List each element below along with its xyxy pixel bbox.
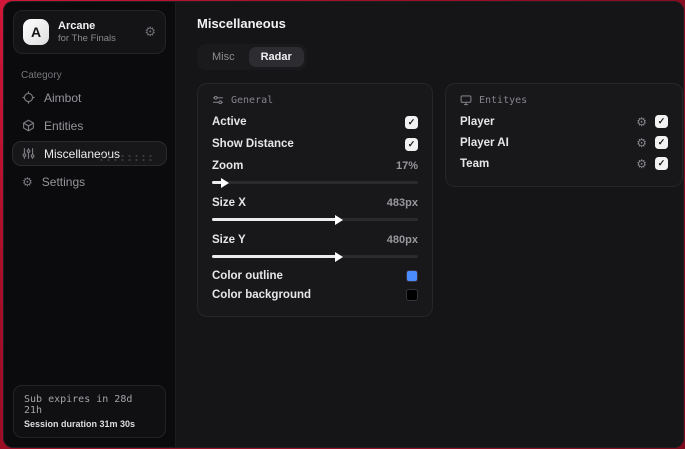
panel-row: General Active ✓ Show Distance ✓ Zoom 17… — [197, 83, 683, 317]
gear-icon[interactable]: ⚙ — [636, 158, 647, 170]
gear-icon[interactable]: ⚙ — [144, 24, 156, 40]
main-content: Miscellaneous Misc Radar General Active … — [176, 2, 683, 447]
entities-panel: Entityes Player ⚙ ✓ Player AI ⚙ ✓ Team ⚙… — [445, 83, 683, 187]
toggle-row-show-distance: Show Distance ✓ — [212, 133, 418, 155]
app-logo: A — [23, 19, 49, 45]
zoom-slider[interactable] — [212, 177, 418, 188]
sidebar-item-label: Aimbot — [44, 90, 82, 105]
sidebar-item-entities[interactable]: Entities — [12, 113, 167, 138]
color-row-outline: Color outline — [212, 266, 418, 285]
sidebar-item-settings[interactable]: ⚙ Settings — [12, 169, 167, 194]
size-x-slider-fill — [212, 214, 343, 225]
entity-row-player: Player ⚙ ✓ — [460, 111, 668, 132]
size-y-slider[interactable] — [212, 251, 418, 262]
page-title: Miscellaneous — [197, 16, 286, 31]
tab-bar: Misc Radar — [197, 44, 307, 70]
sidebar-item-label: Entities — [44, 118, 84, 133]
entity-row-team: Team ⚙ ✓ — [460, 153, 668, 174]
subscription-expiry: Sub expires in 28d 21h — [24, 394, 133, 416]
app-subtitle: for The Finals — [58, 33, 116, 44]
monitor-icon — [460, 94, 472, 106]
gear-icon[interactable]: ⚙ — [636, 137, 647, 149]
zoom-value: 17% — [395, 160, 418, 172]
general-panel-title: General — [231, 94, 274, 106]
session-duration: Session duration 31m 30s — [24, 419, 136, 429]
sidebar: A Arcane for The Finals ⚙ Category Aimbo… — [4, 2, 176, 447]
sidebar-nav: Aimbot Entities Miscellaneous ⚙ Settings — [4, 85, 175, 194]
entities-panel-header: Entityes — [460, 94, 668, 106]
check-icon: ✓ — [657, 158, 666, 168]
category-label: Category — [21, 70, 62, 81]
size-y-slider-fill — [212, 251, 343, 262]
gear-icon[interactable]: ⚙ — [636, 116, 647, 128]
show-distance-checkbox[interactable]: ✓ — [405, 137, 418, 151]
check-icon: ✓ — [407, 116, 416, 127]
sidebar-item-label: Miscellaneous — [44, 146, 121, 161]
slider-row-size-y: Size Y 480px — [212, 234, 418, 246]
active-checkbox[interactable]: ✓ — [405, 115, 418, 129]
check-icon: ✓ — [657, 116, 666, 126]
size-x-slider[interactable] — [212, 214, 418, 225]
app-title-block: Arcane for The Finals — [58, 20, 116, 44]
color-row-background: Color background — [212, 285, 418, 304]
check-icon: ✓ — [407, 138, 416, 149]
gear-icon: ⚙ — [22, 174, 33, 189]
size-y-value: 480px — [386, 234, 418, 246]
player-checkbox[interactable]: ✓ — [655, 115, 668, 128]
cube-icon — [22, 119, 35, 132]
sidebar-item-miscellaneous[interactable]: Miscellaneous — [12, 141, 167, 166]
app-logo-card: A Arcane for The Finals ⚙ — [13, 10, 166, 54]
crosshair-icon — [22, 91, 35, 104]
slider-row-size-x: Size X 483px — [212, 197, 418, 209]
entities-panel-title: Entityes — [479, 94, 528, 106]
tab-misc[interactable]: Misc — [200, 47, 247, 67]
slider-row-zoom: Zoom 17% — [212, 160, 418, 172]
sliders-icon — [212, 94, 224, 106]
general-panel: General Active ✓ Show Distance ✓ Zoom 17… — [197, 83, 433, 317]
sidebar-item-label: Settings — [41, 174, 86, 189]
general-panel-header: General — [212, 94, 418, 106]
player-ai-checkbox[interactable]: ✓ — [655, 136, 668, 149]
sidebar-item-aimbot[interactable]: Aimbot — [12, 85, 167, 110]
toggle-row-active: Active ✓ — [212, 111, 418, 133]
subscription-card: Sub expires in 28d 21h Session duration … — [13, 385, 166, 438]
background-color-swatch[interactable] — [406, 288, 418, 301]
zoom-slider-fill — [212, 177, 230, 188]
team-checkbox[interactable]: ✓ — [655, 157, 668, 170]
app-name: Arcane — [58, 20, 96, 32]
size-x-value: 483px — [386, 197, 418, 209]
sliders-icon — [22, 147, 35, 160]
entity-row-player-ai: Player AI ⚙ ✓ — [460, 132, 668, 153]
app-window: A Arcane for The Finals ⚙ Category Aimbo… — [3, 1, 684, 448]
check-icon: ✓ — [657, 137, 666, 147]
tab-radar[interactable]: Radar — [248, 47, 304, 67]
outline-color-swatch[interactable] — [406, 269, 418, 282]
